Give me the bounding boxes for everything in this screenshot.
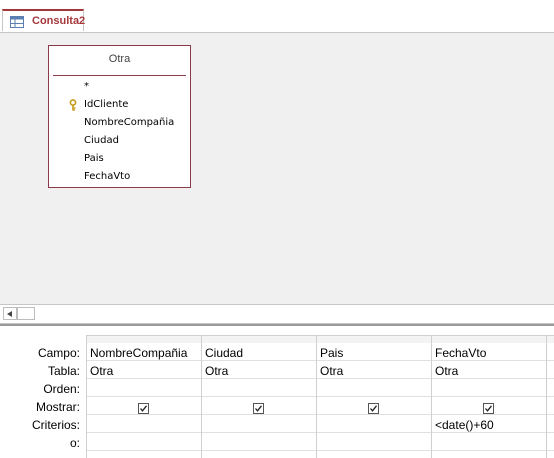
- grid-column-divider: [431, 335, 432, 458]
- tabla-cell[interactable]: Otra: [435, 364, 458, 378]
- field-all[interactable]: *: [84, 81, 89, 92]
- field-fechavto[interactable]: FechaVto: [84, 171, 130, 182]
- criterios-cell[interactable]: <date()+60: [435, 418, 494, 432]
- row-label-criterios: Criterios:: [31, 418, 80, 432]
- grid-row-divider: [86, 414, 554, 415]
- scroll-thumb[interactable]: [17, 307, 35, 320]
- table-field-list[interactable]: Otra * IdCliente NombreCompañia Ciudad P…: [48, 45, 191, 188]
- field-pais[interactable]: Pais: [84, 153, 104, 164]
- tabla-cell[interactable]: Otra: [205, 364, 228, 378]
- horizontal-scrollbar[interactable]: [0, 304, 554, 324]
- campo-cell[interactable]: Pais: [320, 346, 343, 360]
- tabla-cell[interactable]: Otra: [90, 364, 113, 378]
- row-label-orden: Orden:: [43, 382, 80, 396]
- grid-column-divider: [201, 335, 202, 458]
- campo-cell[interactable]: Ciudad: [205, 346, 243, 360]
- mostrar-checkbox[interactable]: [253, 403, 264, 414]
- tab-label: Consulta2: [32, 15, 86, 27]
- column-selector-bar[interactable]: [86, 335, 554, 343]
- row-label-o: o:: [69, 436, 80, 450]
- query-design-grid: Campo: Tabla: Orden: Mostrar: Criterios:…: [0, 326, 554, 458]
- table-title: Otra: [108, 53, 131, 65]
- primary-key-icon: [69, 98, 79, 111]
- table-pane: Otra * IdCliente NombreCompañia Ciudad P…: [0, 32, 554, 305]
- grid-column-divider: [316, 335, 317, 458]
- document-tab-strip: Consulta2: [0, 0, 554, 32]
- mostrar-checkbox[interactable]: [368, 403, 379, 414]
- scroll-left-button[interactable]: [3, 307, 17, 320]
- grid-column-divider: [546, 335, 547, 458]
- tab-consulta2[interactable]: Consulta2: [2, 9, 86, 31]
- field-idcliente[interactable]: IdCliente: [84, 99, 128, 110]
- grid-row-divider: [86, 378, 554, 379]
- field-ciudad[interactable]: Ciudad: [84, 135, 119, 146]
- row-label-tabla: Tabla:: [47, 364, 80, 378]
- grid-column-divider: [86, 335, 87, 458]
- mostrar-checkbox[interactable]: [138, 403, 149, 414]
- tabla-cell[interactable]: Otra: [320, 364, 343, 378]
- grid-row-divider: [86, 360, 554, 361]
- row-label-campo: Campo:: [37, 346, 80, 360]
- query-design-icon: [10, 15, 24, 28]
- grid-row-divider: [86, 450, 554, 451]
- table-title-divider: [53, 75, 186, 76]
- campo-cell[interactable]: NombreCompañia: [90, 346, 187, 360]
- row-label-mostrar: Mostrar:: [35, 400, 80, 414]
- mostrar-checkbox[interactable]: [483, 403, 494, 414]
- field-nombrecompania[interactable]: NombreCompañia: [84, 117, 174, 128]
- grid-row-divider: [86, 432, 554, 433]
- campo-cell[interactable]: FechaVto: [435, 346, 486, 360]
- grid-row-divider: [86, 396, 554, 397]
